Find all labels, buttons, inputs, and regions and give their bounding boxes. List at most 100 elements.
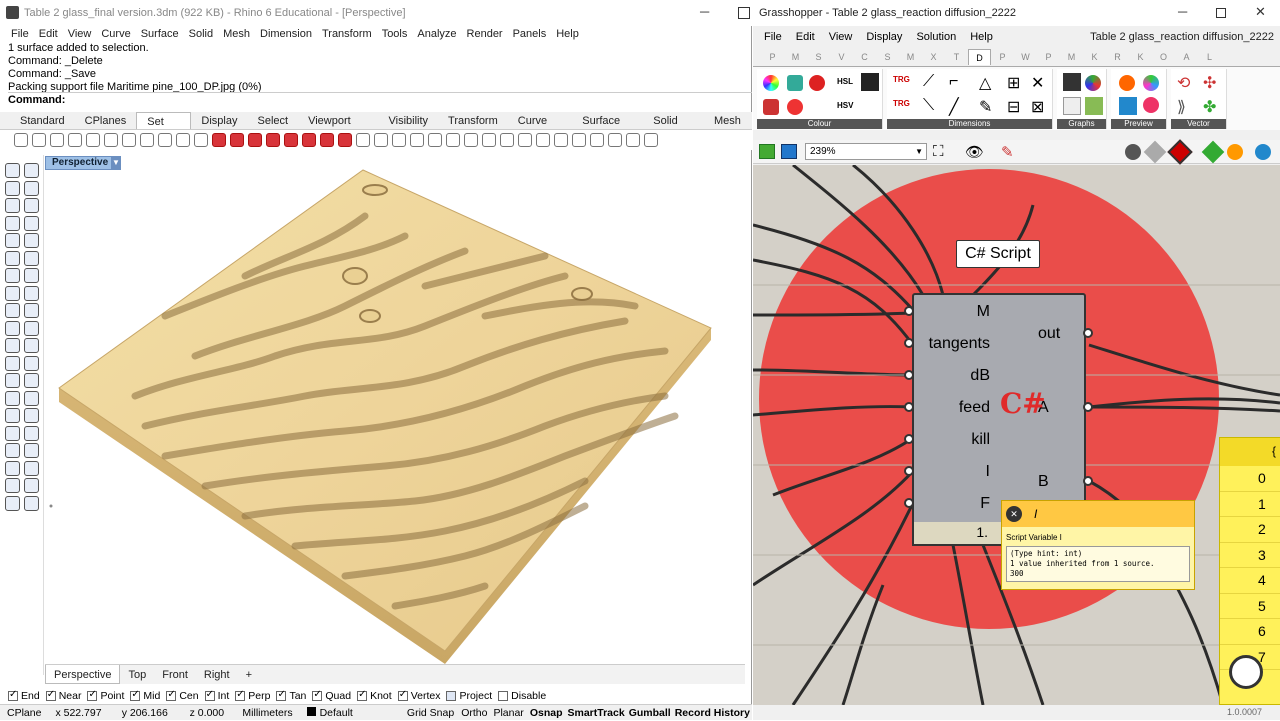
perspective-viewport[interactable] xyxy=(45,156,745,664)
gh-close-icon[interactable]: ✕ xyxy=(1255,4,1266,20)
toolbar-tool-icon[interactable] xyxy=(302,133,316,147)
input-grip-icon[interactable] xyxy=(904,306,914,316)
osnap-tan[interactable]: Tan xyxy=(276,689,306,702)
maximize-icon[interactable] xyxy=(738,7,750,19)
preview-sphere-icon[interactable] xyxy=(1119,75,1135,91)
left-tool-icon[interactable] xyxy=(24,163,39,178)
left-tool-icon[interactable] xyxy=(5,285,20,301)
toolbar-tool-icon[interactable] xyxy=(608,133,622,147)
preview-colour-icon[interactable] xyxy=(1143,75,1159,91)
input-grip-icon[interactable] xyxy=(904,498,914,508)
hsv-icon[interactable]: HSV xyxy=(837,101,853,110)
left-tool-icon[interactable] xyxy=(24,338,39,353)
toolbar-tab-cplanes[interactable]: CPlanes xyxy=(75,112,137,129)
status-layer[interactable]: Default xyxy=(300,705,403,720)
input-param-db[interactable]: dB xyxy=(970,367,990,385)
rhino-menu-transform[interactable]: Transform xyxy=(317,26,377,42)
angle-icon[interactable]: ⟋ xyxy=(923,73,934,91)
toolbar-tool-icon[interactable] xyxy=(518,133,532,147)
left-tool-icon[interactable] xyxy=(5,495,20,511)
gh-tab[interactable]: K xyxy=(1129,49,1152,65)
selected-preview-icon[interactable] xyxy=(1167,139,1193,165)
colour-swatch-icon[interactable] xyxy=(787,75,803,91)
left-tool-icon[interactable] xyxy=(5,215,20,231)
colour-picker-icon[interactable] xyxy=(861,73,879,91)
toolbar-tool-icon[interactable] xyxy=(230,133,244,147)
osnap-cen[interactable]: Cen xyxy=(166,689,199,702)
toolbar-tool-icon[interactable] xyxy=(374,133,388,147)
gh-tab[interactable]: A xyxy=(1175,49,1198,65)
toolbar-tool-icon[interactable] xyxy=(266,133,280,147)
rhino-menu-render[interactable]: Render xyxy=(462,26,508,42)
left-tool-icon[interactable] xyxy=(24,408,39,423)
toolbar-tab-select[interactable]: Select xyxy=(248,112,299,129)
colour-ball-icon[interactable] xyxy=(787,99,803,115)
osnap-disable[interactable]: Disable xyxy=(498,690,546,702)
toolbar-tool-icon[interactable] xyxy=(536,133,550,147)
minimize-icon[interactable]: ─ xyxy=(700,4,709,19)
osnap-project[interactable]: Project xyxy=(446,690,492,702)
checkbox-icon[interactable] xyxy=(45,689,56,701)
toolbar-tool-icon[interactable] xyxy=(356,133,370,147)
osnap-int[interactable]: Int xyxy=(204,689,229,702)
left-tool-icon[interactable] xyxy=(5,443,20,458)
save-icon[interactable] xyxy=(781,144,797,159)
toolbar-tab-viewport-layout[interactable]: Viewport Layout xyxy=(298,112,378,145)
rhino-menu-mesh[interactable]: Mesh xyxy=(218,26,255,42)
gh-menu-help[interactable]: Help xyxy=(963,28,1000,46)
bar-graph-icon[interactable] xyxy=(1063,97,1081,115)
line-icon[interactable]: ╱ xyxy=(949,97,959,117)
gh-tab[interactable]: X xyxy=(922,49,945,65)
viewport-tab-front[interactable]: Front xyxy=(154,665,196,684)
gh-tab[interactable]: P xyxy=(1037,49,1060,65)
gh-canvas[interactable]: C# Script Mtangents dB feed kill I F out A B C#… xyxy=(753,165,1280,705)
left-tool-icon[interactable] xyxy=(5,460,20,476)
checkbox-icon[interactable] xyxy=(130,689,141,701)
toolbar-tab-standard[interactable]: Standard xyxy=(10,112,75,129)
toolbar-tool-icon[interactable] xyxy=(14,133,28,147)
toolbar-tool-icon[interactable] xyxy=(68,133,82,147)
gh-tab[interactable]: S xyxy=(807,49,830,65)
gh-menu-view[interactable]: View xyxy=(822,28,860,46)
gh-tab[interactable]: C xyxy=(853,49,876,65)
toolbar-tab-mesh-t[interactable]: Mesh T xyxy=(704,112,752,145)
gh-tab[interactable]: T xyxy=(945,49,968,65)
checkbox-icon[interactable] xyxy=(357,689,368,701)
checkbox-icon[interactable] xyxy=(312,689,323,701)
viewport-tab-perspective[interactable]: Perspective xyxy=(45,665,121,684)
left-tool-icon[interactable] xyxy=(5,163,20,178)
toolbar-tab-surface-tools[interactable]: Surface Tools xyxy=(572,112,643,145)
zoom-field[interactable]: 239% ▼ xyxy=(805,143,927,160)
gh-tab[interactable]: M xyxy=(899,49,922,65)
toolbar-tab-transform[interactable]: Transform xyxy=(438,112,508,129)
toolbar-tool-icon[interactable] xyxy=(248,133,262,147)
rhino-menu-view[interactable]: View xyxy=(63,26,97,42)
toolbar-tool-icon[interactable] xyxy=(176,133,190,147)
vector-field-icon[interactable]: ✣ xyxy=(1203,73,1216,93)
input-param-feed[interactable]: feed xyxy=(959,399,990,417)
left-tool-icon[interactable] xyxy=(24,180,39,196)
toolbar-tool-icon[interactable] xyxy=(122,133,136,147)
left-tool-icon[interactable] xyxy=(5,355,20,371)
left-tool-icon[interactable] xyxy=(5,268,20,283)
toolbar-tool-icon[interactable] xyxy=(50,133,64,147)
legend-icon[interactable] xyxy=(1085,97,1103,115)
output-grip-icon[interactable] xyxy=(1083,328,1093,338)
left-tool-icon[interactable] xyxy=(5,390,20,406)
checkbox-icon[interactable] xyxy=(235,689,246,701)
viewport-tab-right[interactable]: Right xyxy=(196,665,238,684)
status-gumball[interactable]: Gumball xyxy=(627,705,673,720)
left-tool-icon[interactable] xyxy=(24,285,39,301)
osnap-point[interactable]: Point xyxy=(87,689,124,702)
toolbar-tool-icon[interactable] xyxy=(158,133,172,147)
rhino-menu-file[interactable]: File xyxy=(6,26,34,42)
toolbar-tool-icon[interactable] xyxy=(392,133,406,147)
rhino-menu-analyze[interactable]: Analyze xyxy=(412,26,461,42)
toolbar-tool-icon[interactable] xyxy=(212,133,226,147)
osnap-knot[interactable]: Knot xyxy=(357,689,392,702)
toolbar-tool-icon[interactable] xyxy=(590,133,604,147)
cross-icon[interactable]: ✕ xyxy=(1031,73,1044,93)
left-tool-icon[interactable] xyxy=(5,320,20,336)
marker-icon[interactable]: ⊞ xyxy=(1007,73,1020,93)
osnap-vertex[interactable]: Vertex xyxy=(397,689,440,702)
